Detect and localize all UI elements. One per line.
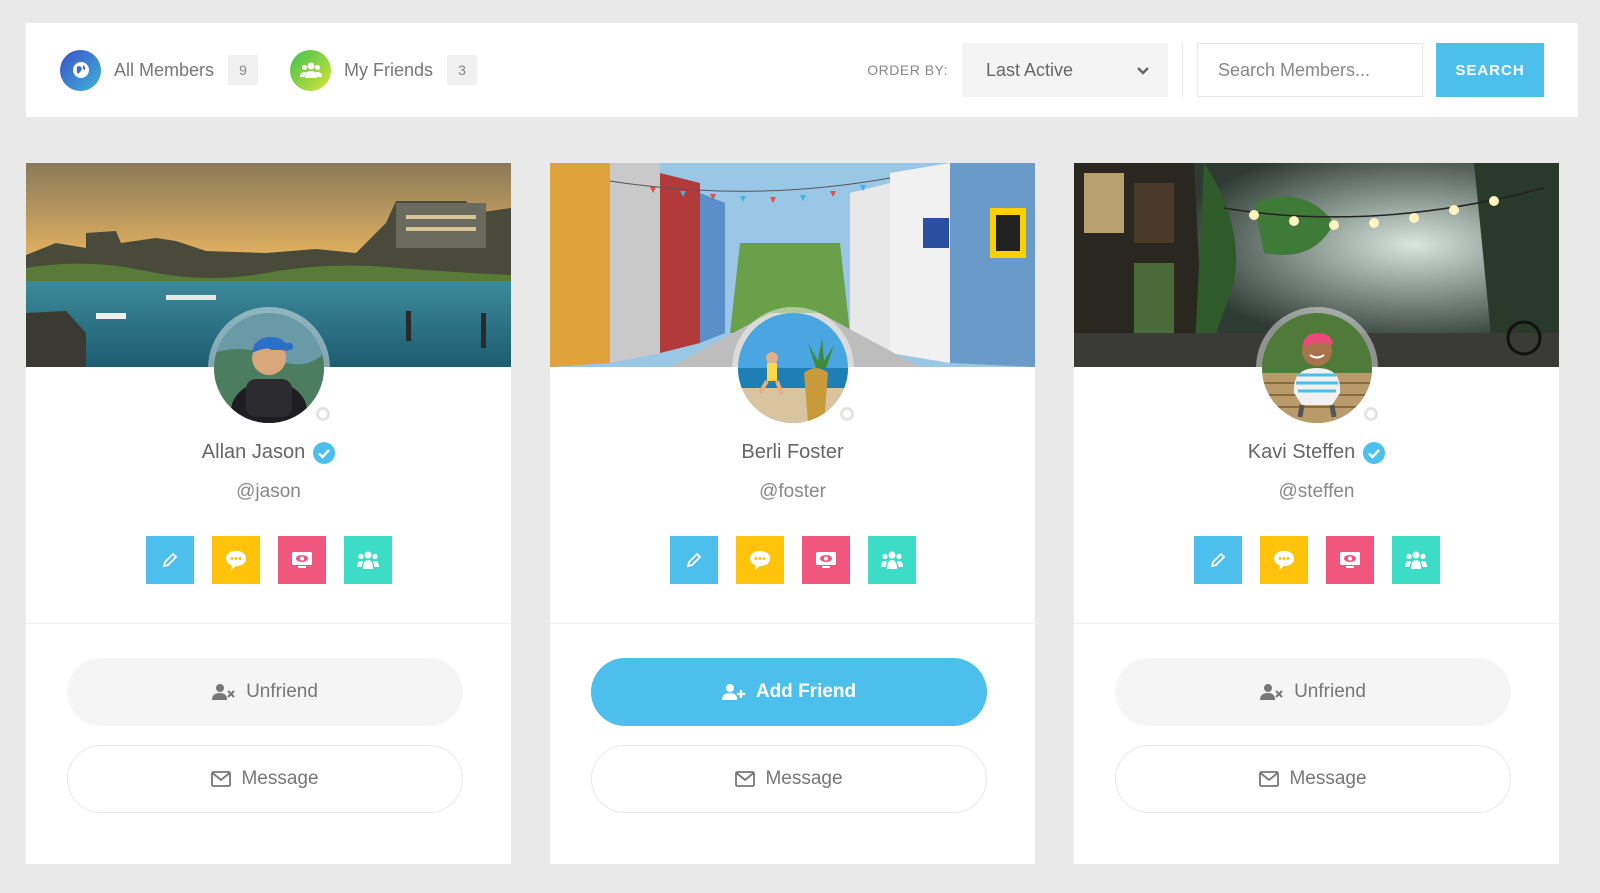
eye-screen-icon xyxy=(815,552,836,568)
member-name-row: Allan Jason xyxy=(26,441,511,464)
filter-my-friends[interactable]: My Friends 3 xyxy=(290,49,478,91)
groups-button[interactable] xyxy=(867,536,916,584)
add-friend-button[interactable]: Add Friend xyxy=(591,658,987,726)
order-by-selected-value: Last Active xyxy=(986,59,1074,80)
member-name-row: Berli Foster xyxy=(550,441,1035,464)
online-status-dot xyxy=(839,407,854,421)
order-by-select[interactable]: Last Active xyxy=(962,43,1168,97)
group-icon xyxy=(880,551,903,569)
unfriend-label: Unfriend xyxy=(246,681,318,702)
groups-button[interactable] xyxy=(343,536,392,584)
online-status-dot xyxy=(315,407,330,421)
card-divider xyxy=(550,623,1035,624)
member-card: Allan Jason @jason Unfriend Message xyxy=(26,163,511,864)
member-actions xyxy=(26,536,511,584)
members-grid: Allan Jason @jason Unfriend Message Berl… xyxy=(26,163,1559,864)
unfriend-button[interactable]: Unfriend xyxy=(1115,658,1511,726)
filter-my-friends-label: My Friends xyxy=(344,59,434,80)
message-label: Message xyxy=(241,768,319,789)
order-by-label: ORDER BY: xyxy=(867,62,948,78)
speech-bubble-icon xyxy=(749,551,770,570)
user-add-icon xyxy=(721,684,745,700)
filter-all-members[interactable]: All Members 9 xyxy=(60,49,259,91)
verified-badge-icon xyxy=(313,441,336,464)
envelope-icon xyxy=(211,771,232,787)
toolbar-divider xyxy=(1182,43,1183,97)
member-card: Kavi Steffen @steffen Unfriend Message xyxy=(1074,163,1559,864)
envelope-icon xyxy=(735,771,756,787)
eye-screen-icon xyxy=(1339,552,1360,568)
member-handle: @jason xyxy=(236,481,301,502)
avatar[interactable] xyxy=(1261,313,1372,423)
search-button[interactable]: SEARCH xyxy=(1436,43,1544,97)
chat-button[interactable] xyxy=(211,536,260,584)
verified-badge-icon xyxy=(1363,441,1386,464)
view-button[interactable] xyxy=(801,536,850,584)
edit-button[interactable] xyxy=(145,536,194,584)
member-name-row: Kavi Steffen xyxy=(1074,441,1559,464)
view-button[interactable] xyxy=(1325,536,1374,584)
member-name[interactable]: Berli Foster xyxy=(741,441,843,464)
member-card: Berli Foster @foster Add Friend Message xyxy=(550,163,1035,864)
add-friend-label: Add Friend xyxy=(755,681,857,702)
online-status-dot xyxy=(1363,407,1378,421)
member-handle: @steffen xyxy=(1278,481,1355,502)
message-button[interactable]: Message xyxy=(1115,745,1511,813)
edit-button[interactable] xyxy=(1193,536,1242,584)
filter-all-members-label: All Members xyxy=(114,59,215,80)
globe-icon xyxy=(60,49,101,91)
group-icon xyxy=(356,551,379,569)
unfriend-button[interactable]: Unfriend xyxy=(67,658,463,726)
user-remove-icon xyxy=(212,684,235,700)
user-remove-icon xyxy=(1260,684,1283,700)
card-divider xyxy=(1074,623,1559,624)
unfriend-label: Unfriend xyxy=(1294,681,1366,702)
speech-bubble-icon xyxy=(1273,551,1294,570)
view-button[interactable] xyxy=(277,536,326,584)
eye-screen-icon xyxy=(291,552,312,568)
groups-button[interactable] xyxy=(1391,536,1440,584)
message-label: Message xyxy=(1289,768,1367,789)
filter-all-members-count: 9 xyxy=(228,55,259,85)
message-button[interactable]: Message xyxy=(591,745,987,813)
chat-button[interactable] xyxy=(735,536,784,584)
message-button[interactable]: Message xyxy=(67,745,463,813)
avatar-frame xyxy=(731,307,854,429)
member-handle: @foster xyxy=(759,481,826,502)
card-divider xyxy=(26,623,511,624)
speech-bubble-icon xyxy=(225,551,246,570)
member-actions xyxy=(1074,536,1559,584)
member-name[interactable]: Kavi Steffen xyxy=(1248,441,1355,464)
pencil-icon xyxy=(686,552,701,568)
members-filter-bar: All Members 9 My Friends 3 ORDER BY: Las… xyxy=(26,23,1578,117)
avatar-frame xyxy=(207,307,330,429)
search-members-input[interactable] xyxy=(1197,43,1423,97)
member-actions xyxy=(550,536,1035,584)
chevron-down-icon xyxy=(1136,60,1150,81)
avatar-frame xyxy=(1255,307,1378,429)
avatar[interactable] xyxy=(737,313,848,423)
group-icon xyxy=(290,49,332,91)
message-label: Message xyxy=(765,768,843,789)
avatar[interactable] xyxy=(213,313,324,423)
pencil-icon xyxy=(1210,552,1225,568)
chat-button[interactable] xyxy=(1259,536,1308,584)
envelope-icon xyxy=(1259,771,1280,787)
group-icon xyxy=(1404,551,1427,569)
edit-button[interactable] xyxy=(669,536,718,584)
member-name[interactable]: Allan Jason xyxy=(202,441,305,464)
pencil-icon xyxy=(162,552,177,568)
filter-my-friends-count: 3 xyxy=(447,55,478,85)
